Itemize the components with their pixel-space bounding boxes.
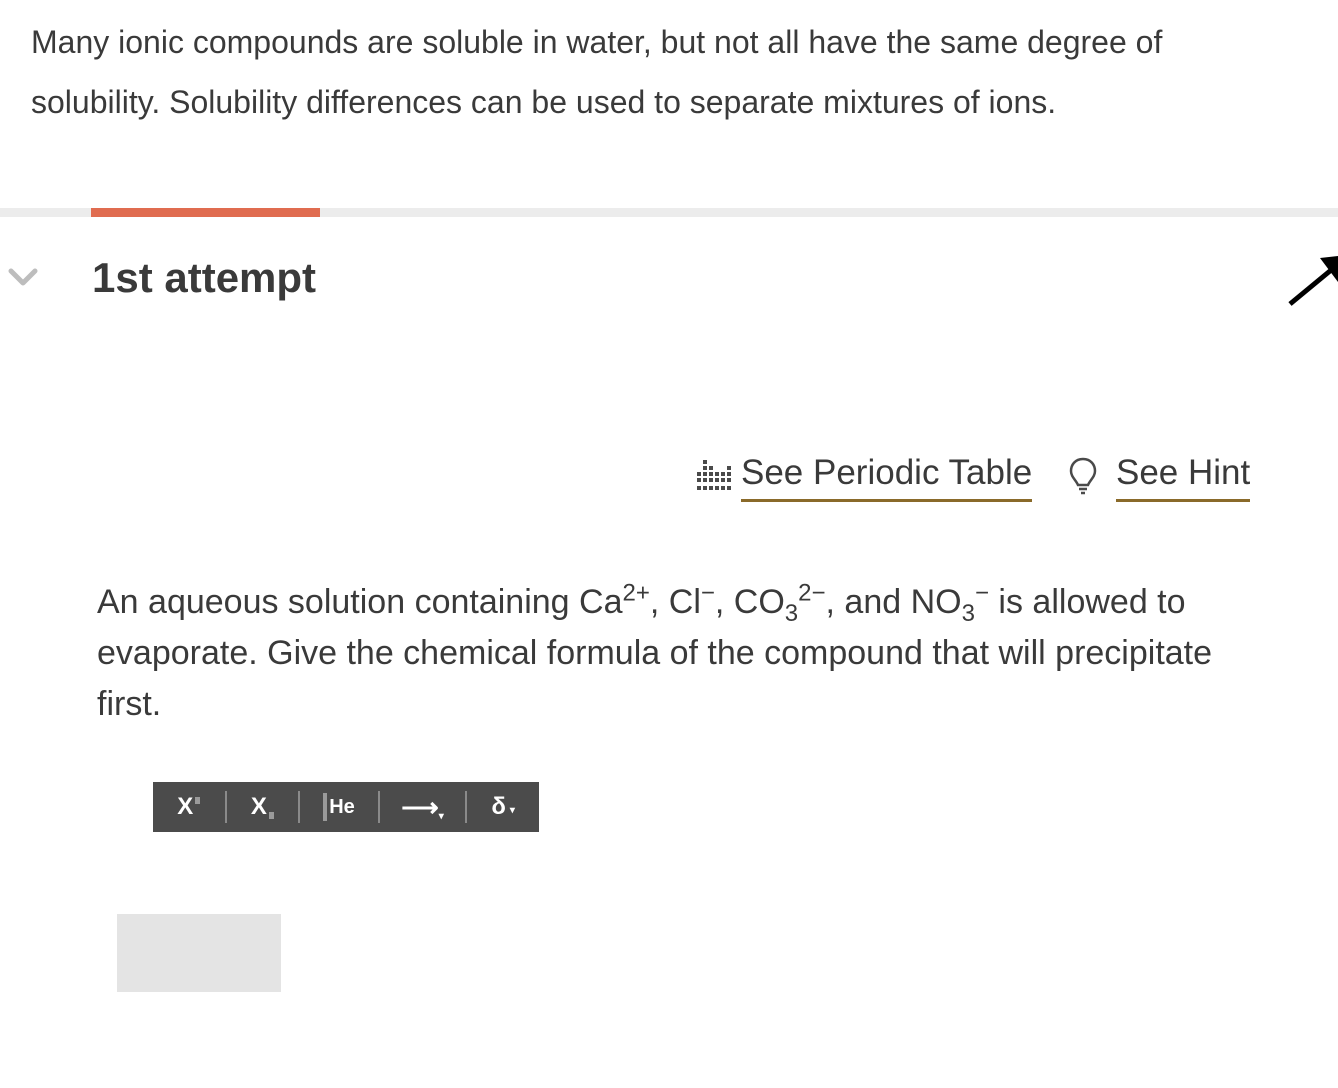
calcium-charge: 2+: [622, 579, 650, 607]
intro-paragraph: Many ionic compounds are soluble in wate…: [31, 24, 1163, 120]
nitrate-subscript: 3: [961, 599, 975, 627]
subscript-button[interactable]: X: [227, 782, 299, 832]
question-part-2: , Cl: [649, 583, 701, 621]
superscript-box-icon: [195, 796, 201, 804]
question-part-1: An aqueous solution containing Ca: [97, 583, 623, 621]
nitrate-charge: −: [974, 579, 989, 607]
dropdown-caret-icon: ▾: [438, 810, 444, 822]
subscript-box-icon: [268, 811, 274, 819]
see-hint-link[interactable]: See Hint: [1068, 450, 1251, 502]
periodic-table-icon: [697, 460, 731, 490]
delta-icon: δ: [491, 793, 506, 820]
question-text: An aqueous solution containing Ca2+, Cl−…: [97, 577, 1257, 730]
carbonate-charge: 2−: [798, 579, 826, 607]
see-periodic-table-link[interactable]: See Periodic Table: [695, 450, 1033, 502]
question-part-3: , CO: [714, 583, 785, 621]
see-hint-label[interactable]: See Hint: [1116, 450, 1251, 502]
lightbulb-icon: [1069, 457, 1097, 495]
attempt-title: 1st attempt: [92, 254, 317, 301]
formula-toolbar: X X He ⟶ ▾ δ ▾: [153, 782, 539, 832]
dropdown-caret-icon: ▾: [509, 804, 515, 816]
element-box-icon: [323, 793, 328, 821]
chloride-charge: −: [700, 579, 715, 607]
element-button[interactable]: He: [300, 782, 378, 832]
superscript-button[interactable]: X: [153, 782, 225, 832]
element-label: He: [329, 795, 355, 818]
superscript-label: X: [177, 793, 194, 820]
symbols-button[interactable]: δ ▾: [467, 782, 539, 832]
progress-fill: [91, 208, 320, 217]
subscript-label: X: [250, 793, 267, 820]
question-part-4: , and NO: [825, 583, 962, 621]
see-periodic-table-label[interactable]: See Periodic Table: [741, 450, 1033, 502]
carbonate-subscript: 3: [784, 599, 799, 627]
chevron-down-icon[interactable]: [8, 266, 38, 288]
answer-input[interactable]: [117, 914, 281, 992]
arrow-right-icon: ⟶: [401, 791, 439, 822]
reaction-arrow-button[interactable]: ⟶ ▾: [380, 782, 466, 832]
arrow-up-right-icon: [1288, 256, 1338, 306]
